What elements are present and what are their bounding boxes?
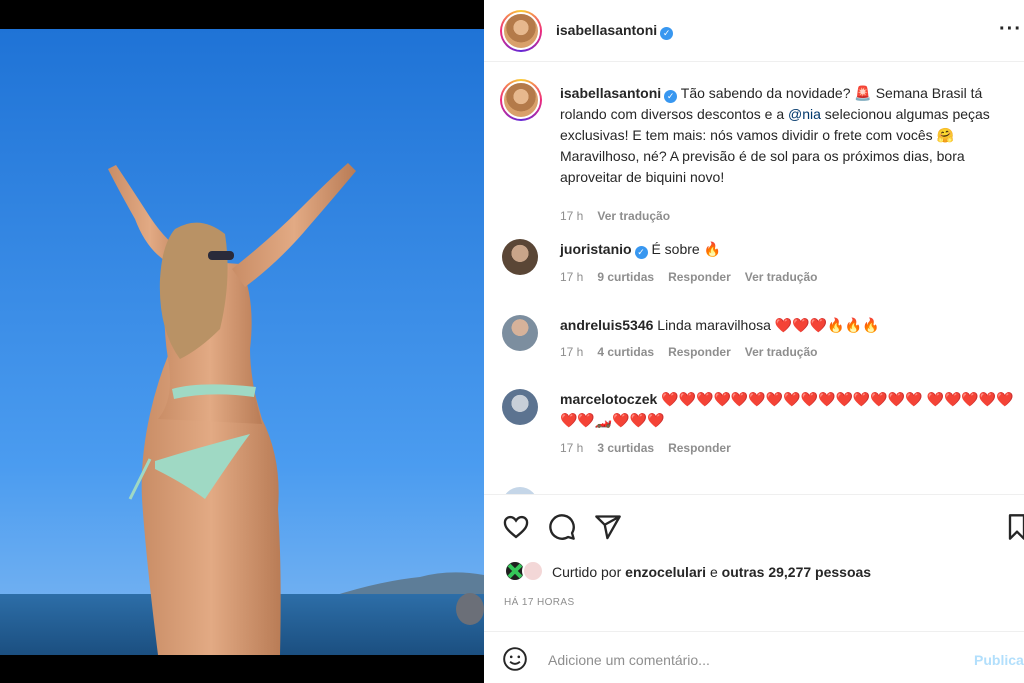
likes-others-link[interactable]: outras 29,277 pessoas (722, 564, 871, 580)
translate-link[interactable]: Ver tradução (745, 345, 818, 359)
comment-composer: Adicione um comentário... Publicar (484, 631, 1024, 683)
commenter-avatar[interactable] (502, 239, 538, 275)
reply-button[interactable]: Responder (668, 441, 731, 455)
post-actions (484, 497, 1024, 557)
comment-row: juoristanio ✓ É sobre 🔥 17 h9 curtidas Res… (502, 237, 1022, 297)
commenter-username[interactable]: andreluis5346 (560, 317, 653, 333)
comment-likes[interactable]: 9 curtidas (597, 270, 654, 284)
comment-text: É sobre 🔥 (651, 241, 722, 257)
emoji-icon[interactable] (502, 646, 528, 672)
comments-scroll-area[interactable]: isabellasantoni ✓ Tão sabendo da novidade… (484, 63, 1024, 495)
verified-icon: ✓ (660, 27, 674, 40)
post-photo-panel (0, 0, 484, 683)
comment-meta: 17 h4 curtidas Responder Ver tradução (560, 345, 818, 359)
author-username[interactable]: isabellasantoni (556, 22, 657, 38)
bookmark-icon[interactable] (1008, 513, 1024, 541)
post-header: isabellasantoni ✓ ··· (484, 0, 1024, 62)
instagram-post-view: isabellasantoni ✓ ··· isabellasantoni ✓ Tã… (0, 0, 1024, 683)
mention-link[interactable]: @nia (788, 106, 821, 122)
commenter-avatar[interactable] (502, 315, 538, 351)
comment-meta: 17 h3 curtidas Responder (560, 441, 731, 455)
reply-button[interactable]: Responder (668, 345, 731, 359)
caption-row: isabellasantoni ✓ Tão sabendo da novidade… (500, 77, 1022, 223)
caption-time[interactable]: 17 h (560, 209, 583, 223)
post-photo[interactable] (0, 29, 484, 655)
comment-input[interactable]: Adicione um comentário... (548, 652, 710, 668)
liker-username[interactable]: enzocelulari (625, 564, 706, 580)
publish-button[interactable]: Publicar (974, 652, 1024, 668)
reply-button[interactable]: Responder (668, 270, 731, 284)
commenter-username[interactable]: juoristanio (560, 241, 632, 257)
comment-row: andreluis5346 Linda maravilhosa ❤️❤️❤️🔥🔥… (502, 313, 1022, 373)
liker-avatar[interactable] (522, 560, 544, 582)
verified-icon: ✓ (664, 90, 678, 103)
caption-translate-link[interactable]: Ver tradução (597, 209, 670, 223)
translate-link[interactable]: Ver tradução (745, 270, 818, 284)
post-details-panel: isabellasantoni ✓ ··· isabellasantoni ✓ Tã… (484, 0, 1024, 683)
author-avatar[interactable] (500, 10, 542, 52)
hug-emoji: 🤗 (936, 127, 955, 143)
more-icon[interactable]: ··· (999, 18, 1022, 41)
caption-text: isabellasantoni ✓ Tão sabendo da novidade… (560, 85, 990, 185)
post-timestamp[interactable]: HÁ 17 HORAS (504, 597, 575, 608)
verified-icon: ✓ (634, 246, 648, 259)
caption-meta: 17 h Ver tradução (560, 209, 670, 223)
heart-icon[interactable] (502, 513, 530, 541)
commenter-avatar[interactable] (502, 487, 538, 494)
comment-likes[interactable]: 3 curtidas (597, 441, 654, 455)
comment-meta: 17 h9 curtidas Responder Ver tradução (560, 270, 818, 284)
comment-row-partial (502, 483, 1022, 494)
beach-photo-illustration (0, 29, 484, 655)
commenter-avatar[interactable] (502, 389, 538, 425)
commenter-username[interactable]: marcelotoczek (560, 391, 657, 407)
comment-row: marcelotoczek ❤️❤️❤️❤️❤️❤️❤️❤️❤️❤️❤️❤️❤️… (502, 389, 1022, 469)
comment-icon[interactable] (548, 513, 576, 541)
siren-emoji: 🚨 (854, 85, 872, 101)
caption-username[interactable]: isabellasantoni (560, 85, 661, 101)
share-icon[interactable] (594, 513, 622, 541)
caption-avatar[interactable] (500, 79, 542, 121)
comment-text: Linda maravilhosa ❤️❤️❤️🔥🔥🔥 (657, 317, 880, 333)
comment-likes[interactable]: 4 curtidas (597, 345, 654, 359)
